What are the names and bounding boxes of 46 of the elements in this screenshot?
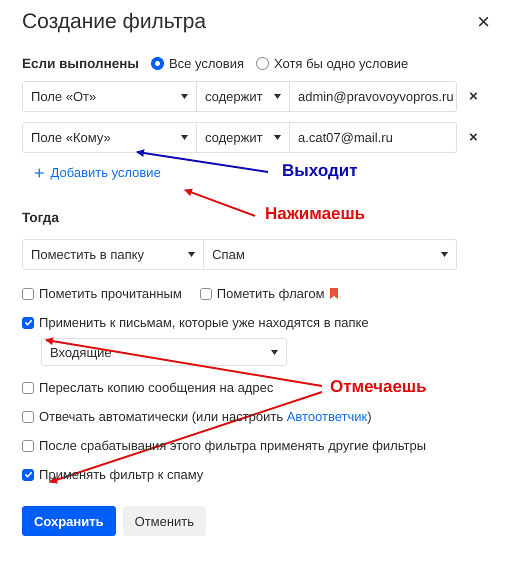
operator-select[interactable]: содержит [197, 82, 290, 111]
checkmark-icon [24, 470, 32, 479]
dialog-title: Создание фильтра [22, 10, 206, 34]
value-field[interactable]: admin@pravovoyvopros.ru [290, 82, 456, 111]
radio-label: Хотя бы одно условие [274, 56, 408, 71]
checkbox-label: Применить к письмам, которые уже находятся в папке [39, 315, 369, 330]
checkbox[interactable] [22, 382, 34, 394]
checkbox[interactable] [22, 410, 34, 422]
checkbox[interactable] [22, 288, 34, 300]
checkbox[interactable] [22, 468, 34, 480]
remove-button[interactable]: × [465, 88, 482, 105]
operator-select[interactable]: содержит [197, 123, 290, 152]
checkbox[interactable] [22, 316, 34, 328]
caret-icon [188, 252, 196, 257]
folder-select[interactable]: Спам [204, 240, 456, 269]
caret-icon [271, 350, 278, 354]
action-select[interactable]: Поместить в папку [23, 240, 204, 269]
checkmark-icon [24, 318, 32, 327]
caret-icon [441, 252, 448, 257]
cancel-button[interactable]: Отменить [122, 506, 206, 536]
checkbox[interactable] [22, 440, 34, 452]
caret-icon [274, 94, 281, 99]
radio-button[interactable] [150, 57, 164, 70]
checkbox[interactable] [200, 288, 212, 300]
field-select[interactable]: Поле «Кому» [23, 123, 197, 152]
annotation-label: Отмечаешь [330, 377, 427, 397]
folder-select[interactable]: Входящие [41, 338, 287, 366]
caret-icon [274, 135, 281, 140]
radio-label: Все условия [168, 56, 244, 71]
checkbox-label: Пометить флагом [216, 286, 325, 301]
radio-button[interactable] [256, 57, 269, 70]
checkbox-label: Пометить прочитанным [39, 286, 182, 301]
caret-icon [181, 94, 188, 99]
annotation-label: Выходит [282, 161, 358, 181]
section-label: Тогда [22, 210, 59, 225]
checkbox-label: Переслать копию сообщения на адрес [39, 380, 274, 395]
field-select[interactable]: Поле «От» [23, 82, 197, 111]
remove-button[interactable]: × [465, 129, 482, 146]
caret-icon [181, 135, 188, 140]
close-button[interactable]: × [475, 11, 492, 33]
condition-label: Если выполнены [22, 56, 139, 71]
value-field[interactable]: a.cat07@mail.ru [290, 123, 456, 152]
add-condition-link[interactable]: + Добавить условие [34, 165, 161, 180]
save-button[interactable]: Сохранить [22, 506, 116, 536]
annotation-label: Нажимаешь [265, 204, 366, 224]
autoresponder-link[interactable]: Автоответчик [286, 409, 368, 424]
